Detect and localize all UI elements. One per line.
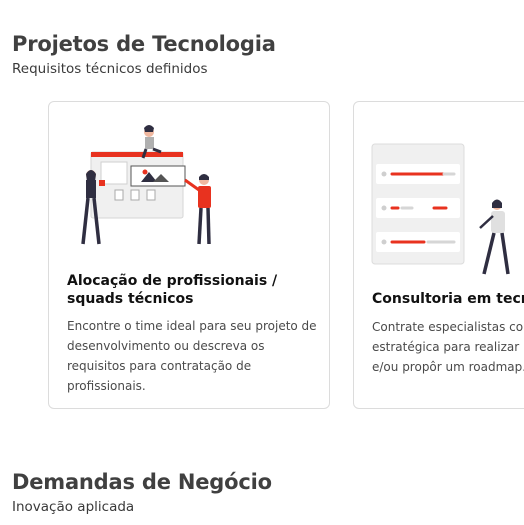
person-with-checklist-illustration bbox=[371, 143, 510, 275]
card-title: Consultoria em tecnologia bbox=[372, 291, 524, 307]
card-description: Encontre o time ideal para seu projeto d… bbox=[67, 319, 317, 393]
card-title: Alocação de profissionais / squads técni… bbox=[67, 273, 278, 307]
card-description: Contrate especialistas com visão estraté… bbox=[372, 320, 524, 374]
card-consultoria-tecnologia[interactable]: Consultoria em tecnologia Contrate espec… bbox=[353, 101, 524, 409]
section-title-negocio: Demandas de Negócio bbox=[12, 470, 272, 494]
section-subtitle-tecnologia: Requisitos técnicos definidos bbox=[12, 61, 208, 77]
team-presenting-board-illustration bbox=[81, 125, 211, 245]
section-subtitle-negocio: Inovação aplicada bbox=[12, 499, 135, 515]
section-title-tecnologia: Projetos de Tecnologia bbox=[12, 32, 276, 56]
card-alocacao-profissionais[interactable]: Alocação de profissionais / squads técni… bbox=[48, 101, 330, 409]
